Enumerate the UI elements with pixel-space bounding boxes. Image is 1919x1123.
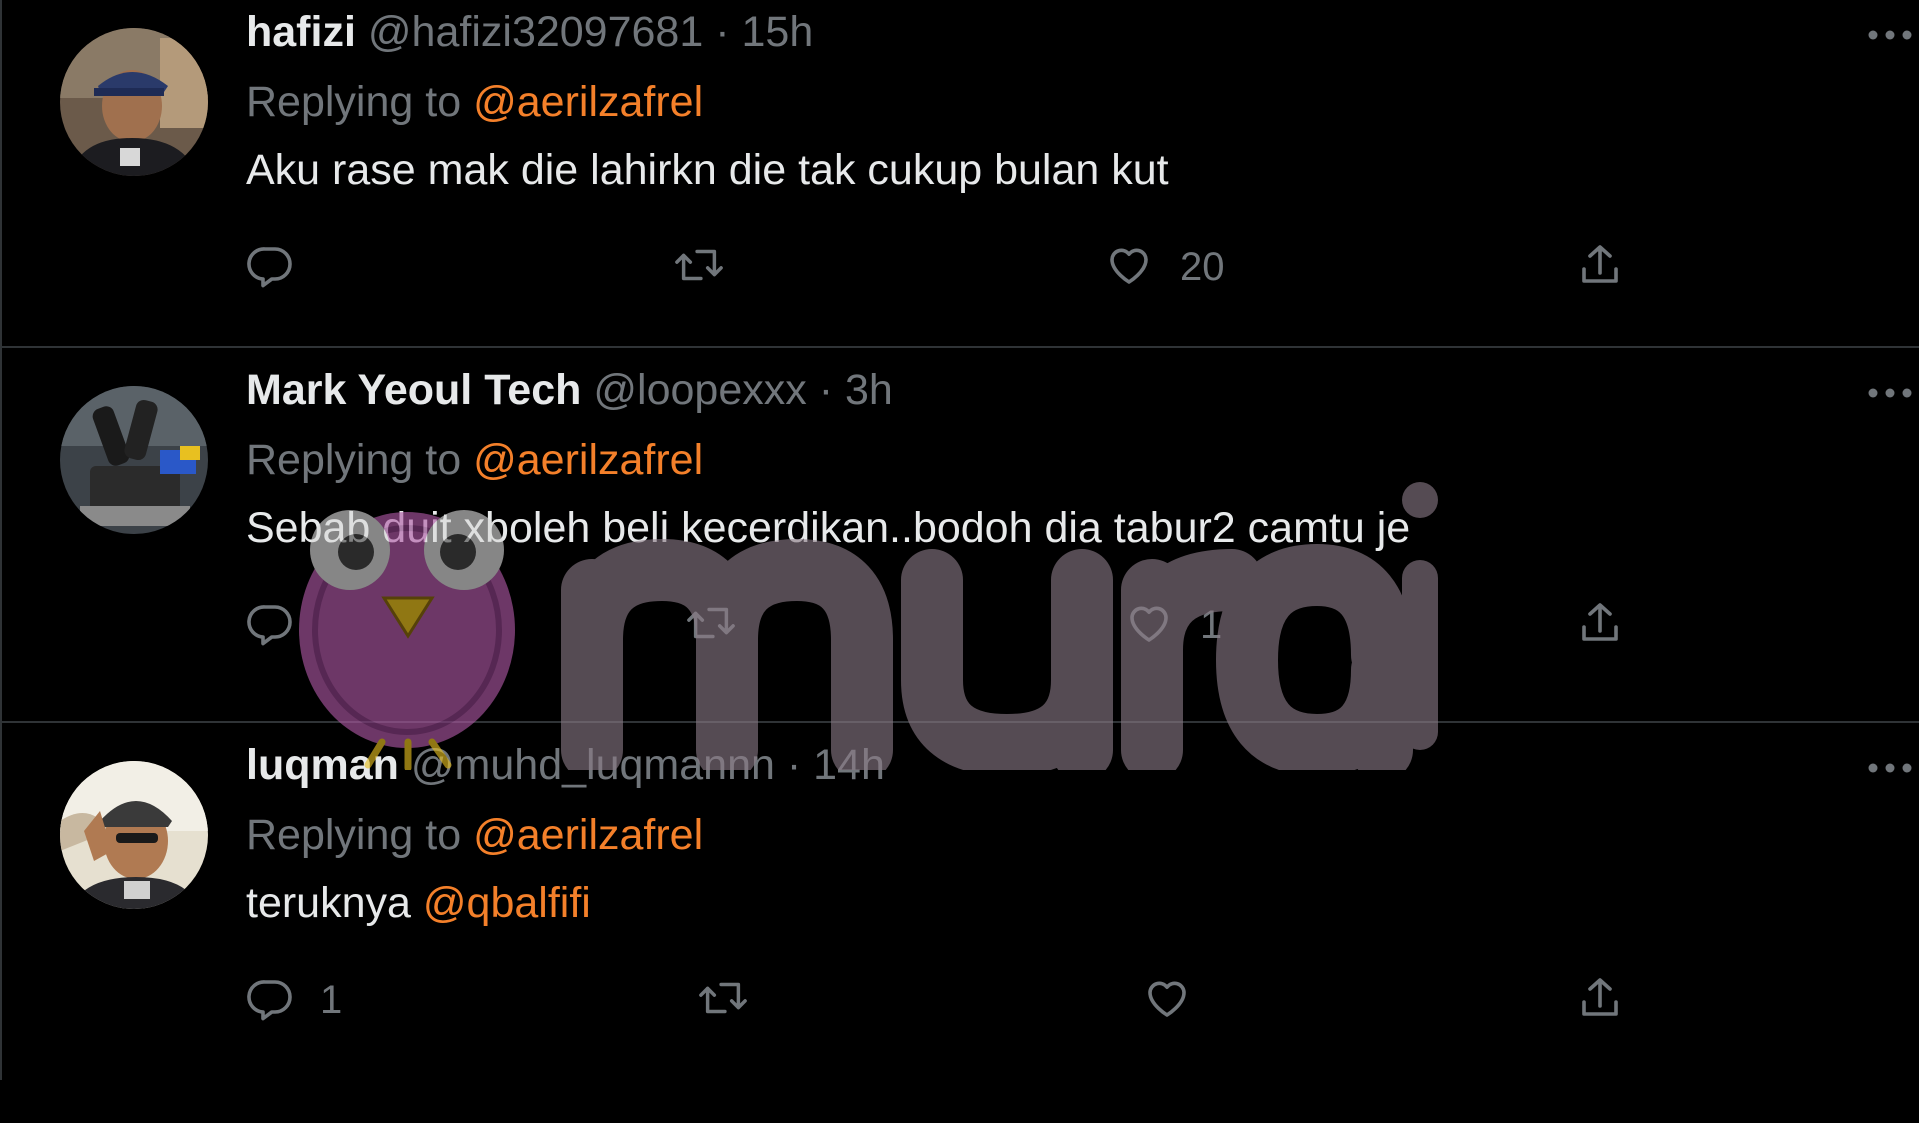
tweet-text-body: Sebab duit xboleh beli kecerdikan..bodoh…	[246, 504, 1411, 552]
replying-prefix: Replying to	[246, 811, 462, 859]
timestamp[interactable]: 3h	[845, 366, 893, 414]
reply-icon	[246, 974, 294, 1027]
like-icon	[1142, 974, 1192, 1027]
display-name[interactable]: hafizi	[246, 8, 356, 56]
retweet-icon	[698, 974, 748, 1027]
user-handle[interactable]: @muhd_luqmannn	[411, 741, 775, 789]
replying-mention-link[interactable]: @aerilzafrel	[473, 78, 703, 126]
share-icon	[1576, 599, 1624, 652]
avatar[interactable]	[60, 386, 208, 534]
share-button[interactable]	[1576, 232, 1624, 302]
replying-prefix: Replying to	[246, 436, 462, 484]
tweet-header: luqman @muhd_luqmannn · 14h	[246, 735, 885, 795]
tweet-text-body: Aku rase mak die lahirkn die tak cukup b…	[246, 146, 1169, 194]
share-button[interactable]	[1576, 590, 1624, 660]
share-icon	[1576, 241, 1624, 294]
user-handle[interactable]: @loopexxx	[593, 366, 806, 414]
share-button[interactable]	[1576, 965, 1624, 1035]
retweet-icon	[686, 599, 736, 652]
tweet-header: hafizi @hafizi32097681 · 15h	[246, 2, 813, 62]
separator-dot: ·	[818, 366, 834, 414]
tweet-header: Mark Yeoul Tech @loopexxx · 3h	[246, 360, 893, 420]
reply-icon	[246, 599, 294, 652]
more-icon[interactable]	[1867, 761, 1913, 775]
separator-dot: ·	[786, 741, 802, 789]
display-name[interactable]: luqman	[246, 741, 399, 789]
more-icon[interactable]	[1867, 28, 1913, 42]
tweet-text: Aku rase mak die lahirkn die tak cukup b…	[246, 140, 1169, 200]
replying-mention-link[interactable]: @aerilzafrel	[473, 436, 703, 484]
reply-icon	[246, 241, 294, 294]
retweet-icon	[674, 241, 724, 294]
replying-to: Replying to @aerilzafrel	[246, 430, 703, 490]
replying-to: Replying to @aerilzafrel	[246, 72, 703, 132]
timestamp[interactable]: 14h	[813, 741, 885, 789]
replying-mention-link[interactable]: @aerilzafrel	[473, 811, 703, 859]
separator-dot: ·	[715, 8, 730, 56]
like-count: 1	[1200, 602, 1223, 647]
tweet-text-mention[interactable]: @qbalfifi	[423, 879, 591, 927]
retweet-button[interactable]	[698, 965, 774, 1035]
reply-timeline: hafizi @hafizi32097681 · 15h Replying to …	[0, 0, 1919, 1080]
reply-button[interactable]	[246, 590, 320, 660]
replying-to: Replying to @aerilzafrel	[246, 805, 703, 865]
retweet-button[interactable]	[674, 232, 750, 302]
tweet-text-body: teruknya	[246, 879, 423, 927]
avatar[interactable]	[60, 28, 208, 176]
more-icon[interactable]	[1867, 386, 1913, 400]
tweet-text: Sebab duit xboleh beli kecerdikan..bodoh…	[246, 498, 1410, 558]
reply-button[interactable]: 1	[246, 965, 342, 1035]
reply-button[interactable]	[246, 232, 320, 302]
avatar[interactable]	[60, 761, 208, 909]
timestamp[interactable]: 15h	[742, 8, 814, 56]
action-bar: 1	[246, 590, 1646, 660]
like-count: 20	[1180, 244, 1225, 289]
tweet-reply[interactable]: hafizi @hafizi32097681 · 15h Replying to …	[2, 0, 1919, 348]
retweet-button[interactable]	[686, 590, 762, 660]
like-button[interactable]: 20	[1104, 232, 1225, 302]
display-name[interactable]: Mark Yeoul Tech	[246, 366, 581, 414]
share-icon	[1576, 974, 1624, 1027]
reply-count: 1	[320, 977, 343, 1022]
action-bar: 20	[246, 232, 1646, 302]
like-button[interactable]: 1	[1124, 590, 1222, 660]
tweet-text: teruknya @qbalfifi	[246, 873, 591, 933]
replying-prefix: Replying to	[246, 78, 462, 126]
tweet-reply[interactable]: Mark Yeoul Tech @loopexxx · 3h Replying t…	[2, 348, 1919, 723]
user-handle[interactable]: @hafizi32097681	[368, 8, 703, 56]
action-bar: 1	[246, 965, 1646, 1035]
like-button[interactable]	[1142, 965, 1218, 1035]
like-icon	[1104, 241, 1154, 294]
like-icon	[1124, 599, 1174, 652]
tweet-reply[interactable]: luqman @muhd_luqmannn · 14h Replying to @…	[2, 723, 1919, 1123]
